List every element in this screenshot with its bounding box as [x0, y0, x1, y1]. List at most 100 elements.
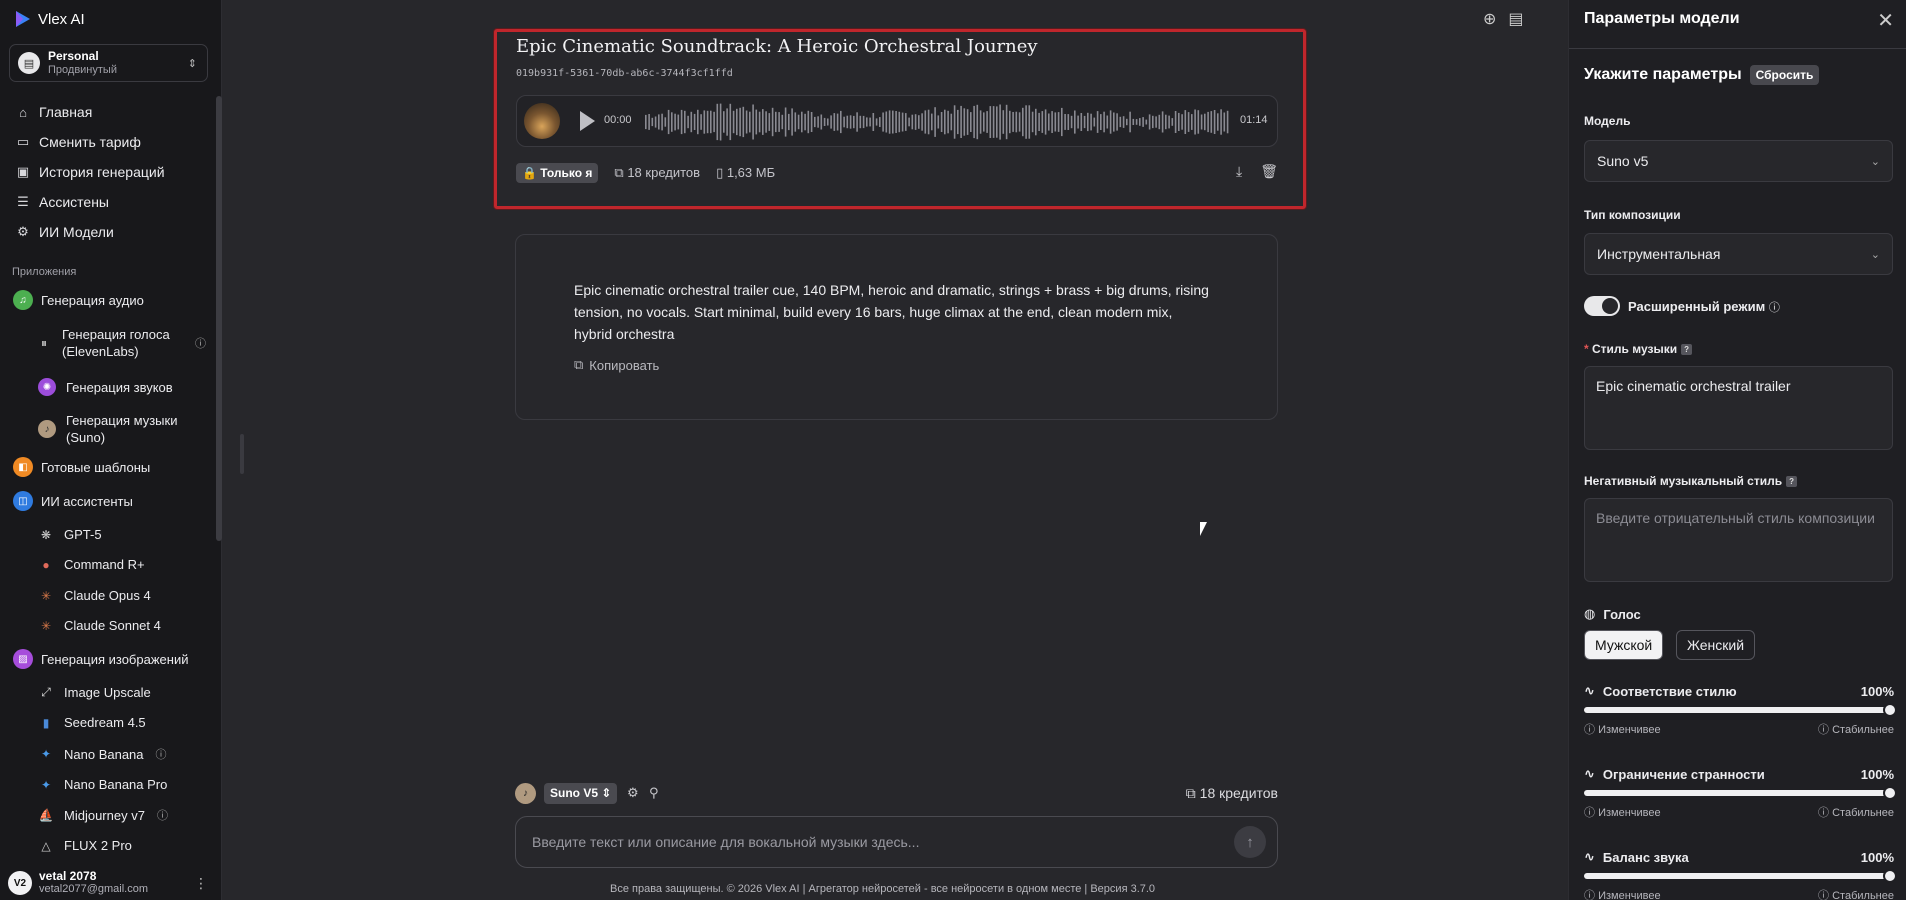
waveform-bar: [706, 110, 709, 134]
model-selector[interactable]: Suno V5 ⇕: [544, 783, 618, 804]
waveform-bar: [726, 108, 728, 136]
app-audio[interactable]: ♫ Генерация аудио: [13, 290, 144, 310]
app-nano-banana[interactable]: ✦ Nano Banana ⓘ: [38, 746, 167, 762]
model-select[interactable]: Suno v5 ⌄: [1584, 140, 1893, 182]
user-profile[interactable]: V2 vetal 2078 vetal2077@gmail.com ⋮: [8, 870, 208, 896]
nav-item-ai-models[interactable]: ⚙ ИИ Модели: [0, 217, 214, 247]
app-templates[interactable]: ◧ Готовые шаблоны: [13, 457, 150, 477]
copy-button[interactable]: ⧉ Копировать: [574, 357, 659, 373]
app-image-upscale[interactable]: ⤢ Image Upscale: [38, 685, 151, 700]
document-icon[interactable]: ▤: [1508, 9, 1523, 29]
waveform-bar: [703, 110, 706, 134]
upscale-icon: ⤢: [41, 685, 51, 699]
sidebar-resize-handle[interactable]: [240, 434, 244, 474]
app-flux[interactable]: △ FLUX 2 Pro: [38, 838, 132, 853]
app-label: Nano Banana: [64, 746, 144, 762]
app-images[interactable]: ▨ Генерация изображений: [13, 649, 188, 669]
settings-icon[interactable]: ⚙: [627, 785, 639, 801]
app-claude-sonnet[interactable]: ✳ Claude Sonnet 4: [38, 618, 161, 633]
prompt-input[interactable]: [515, 816, 1278, 868]
app-label: Генерация музыки (Suno): [66, 413, 178, 445]
play-icon[interactable]: [580, 111, 595, 131]
model-value: Suno v5: [1597, 153, 1649, 169]
type-select[interactable]: Инструментальная ⌄: [1584, 233, 1893, 275]
help-icon[interactable]: ?: [1681, 344, 1693, 356]
waveform-bar: [927, 109, 930, 135]
waveform-bar: [661, 113, 663, 131]
new-chat-icon[interactable]: ⊕: [1483, 9, 1496, 29]
waveform-bar: [775, 111, 777, 133]
sparkle-icon: ✺: [38, 378, 56, 396]
waveform-bar: [814, 116, 816, 128]
slider-thumb[interactable]: [1883, 869, 1897, 883]
voice-female-option[interactable]: Женский: [1676, 630, 1756, 660]
waveform-bar: [953, 105, 956, 139]
waveform-bar: [996, 106, 998, 138]
waveform-bar: [1015, 111, 1018, 133]
app-claude-opus[interactable]: ✳ Claude Opus 4: [38, 588, 151, 603]
advanced-mode-toggle[interactable]: [1584, 296, 1620, 316]
chevron-updown-icon: ⇕: [187, 57, 197, 70]
user-name: vetal 2078: [39, 869, 97, 883]
waveform-bar: [1022, 107, 1024, 137]
slider-thumb[interactable]: [1883, 786, 1897, 800]
model-label: Модель: [1584, 114, 1631, 128]
waveform-bar: [1080, 113, 1083, 131]
app-gpt5[interactable]: ❋ GPT-5: [38, 527, 102, 542]
waveform-bar: [1093, 117, 1096, 127]
slider-thumb[interactable]: [1883, 703, 1897, 717]
app-assistants[interactable]: ◫ ИИ ассистенты: [13, 491, 133, 511]
nav-item-history[interactable]: ▣ История генераций: [0, 157, 214, 187]
app-seedream[interactable]: ▮ Seedream 4.5: [38, 715, 146, 730]
more-vertical-icon[interactable]: ⋮: [194, 875, 208, 892]
wand-icon[interactable]: ⚲: [649, 785, 659, 801]
slider-track[interactable]: [1584, 786, 1897, 800]
app-midjourney[interactable]: ⛵ Midjourney v7 ⓘ: [38, 807, 168, 823]
app-voice[interactable]: ⏸ Генерация голоса (ElevenLabs) ⓘ: [36, 326, 206, 360]
slider-track[interactable]: [1584, 703, 1897, 717]
workspace-switcher[interactable]: ▤ Personal Продвинутый ⇕: [9, 44, 208, 82]
send-button[interactable]: ↑: [1234, 826, 1266, 858]
footer: Все права защищены. © 2026 Vlex AI | Агр…: [610, 883, 1156, 895]
credits-icon: ⧉: [614, 165, 624, 180]
track-actions: ⤓ 🗑: [1236, 163, 1278, 180]
sidebar-scrollbar[interactable]: [216, 96, 222, 541]
weirdness-slider: ∿ Ограничение странности 100% ⓘ Изменчивее…: [1584, 766, 1897, 820]
waveform-bar: [1083, 115, 1086, 129]
app-nano-banana-pro[interactable]: ✦ Nano Banana Pro: [38, 777, 167, 792]
copy-icon: ⧉: [574, 357, 584, 372]
voice-male-option[interactable]: Мужской: [1584, 630, 1664, 660]
nav-item-assistants[interactable]: ☰ Ассистены: [0, 187, 214, 217]
waveform-bar: [859, 115, 862, 129]
reset-button[interactable]: Сбросить: [1749, 65, 1820, 85]
waveform-bar: [921, 113, 923, 131]
slider-track[interactable]: [1584, 869, 1897, 883]
style-match-slider: ∿ Соответствие стилю 100% ⓘ Изменчивее ⓘ Ст…: [1584, 683, 1897, 737]
close-icon[interactable]: ✕: [1877, 8, 1894, 33]
trash-icon[interactable]: 🗑: [1260, 163, 1278, 180]
waveform-bar: [693, 113, 696, 130]
nav-item-change-plan[interactable]: ▭ Сменить тариф: [0, 127, 214, 157]
waveform-bar: [745, 110, 748, 134]
waveform-bar: [875, 118, 878, 126]
nav-item-home[interactable]: ⌂ Главная: [0, 97, 214, 127]
negative-style-textarea[interactable]: [1584, 498, 1893, 582]
file-icon: ▯: [716, 165, 724, 180]
waveform-bar: [931, 113, 933, 131]
style-textarea[interactable]: Epic cinematic orchestral trailer: [1584, 366, 1893, 450]
app-logo[interactable]: Vlex AI: [14, 10, 85, 28]
info-icon[interactable]: ⓘ: [1769, 302, 1780, 314]
app-music[interactable]: ♪ Генерация музыки (Suno): [38, 412, 208, 446]
privacy-badge[interactable]: 🔒 Только я: [516, 163, 599, 183]
pulse-icon: ∿: [1584, 766, 1595, 781]
waveform[interactable]: [645, 102, 1230, 142]
waveform-bar: [817, 116, 819, 128]
privacy-label: Только я: [540, 166, 593, 180]
download-icon[interactable]: ⤓: [1236, 163, 1242, 180]
waveform-bar: [784, 107, 787, 137]
waveform-bar: [1018, 112, 1021, 132]
app-sounds[interactable]: ✺ Генерация звуков: [38, 378, 173, 396]
app-command-r[interactable]: ● Command R+: [38, 557, 144, 572]
help-icon[interactable]: ?: [1786, 476, 1798, 488]
slider-label: Ограничение странности: [1602, 766, 1765, 782]
